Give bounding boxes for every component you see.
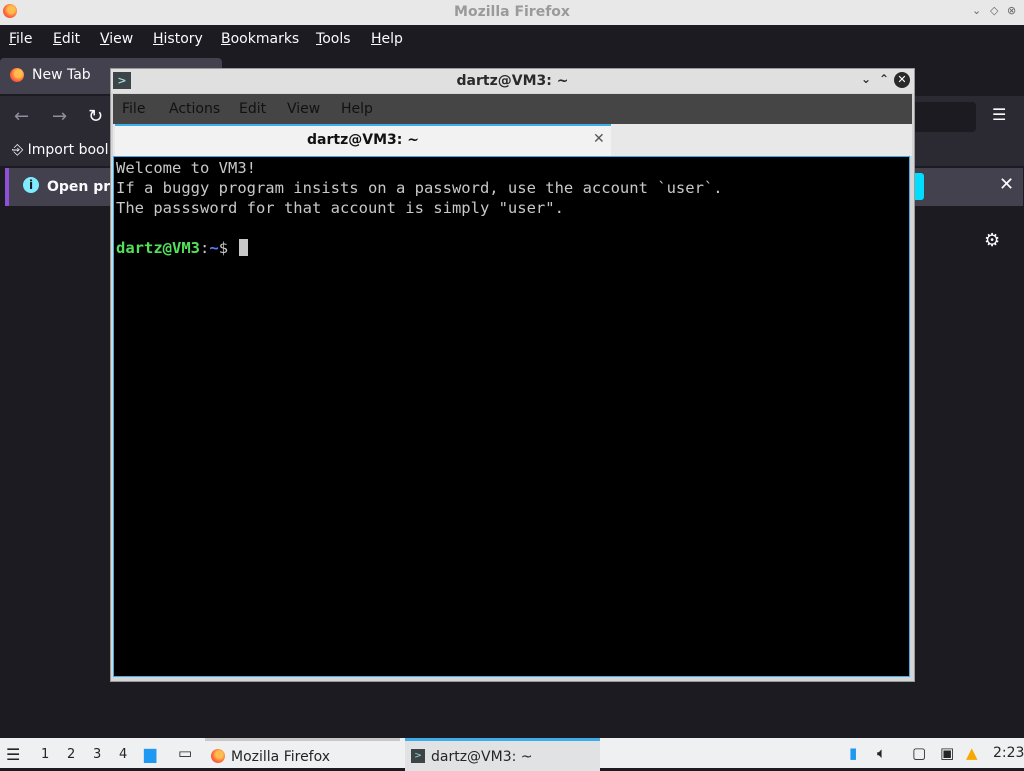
menu-help[interactable]: Help [371, 31, 403, 47]
menu-edit[interactable]: Edit [53, 31, 80, 47]
terminal-app-icon: > [411, 749, 425, 763]
close-icon[interactable]: ⊗ [1007, 4, 1016, 17]
tab-label: New Tab [32, 67, 91, 83]
terminal-cursor [239, 239, 249, 256]
notification-close-icon[interactable]: ✕ [999, 174, 1014, 195]
terminal-screen[interactable]: Welcome to VM3! If a buggy program insis… [113, 156, 910, 677]
terminal-tabbar: dartz@VM3: ~ ✕ [113, 124, 912, 157]
terminal-menu-view[interactable]: View [287, 101, 320, 117]
prompt-path: ~ [209, 239, 219, 257]
terminal-window: > dartz@VM3: ~ ⌄ ⌃ ✕ File Actions Edit V… [110, 68, 915, 682]
notification-text: Open pre [47, 179, 120, 195]
show-desktop-icon[interactable]: ▭ [178, 744, 192, 762]
firefox-titlebar: Mozilla Firefox ⌄ ◇ ⊗ [0, 0, 1024, 25]
close-icon[interactable]: ✕ [894, 72, 910, 88]
taskbar-terminal-label: dartz@VM3: ~ [431, 749, 533, 765]
firefox-tab-icon [10, 68, 24, 82]
desktop-2[interactable]: 2 [67, 747, 75, 762]
taskbar-firefox-label: Mozilla Firefox [231, 749, 331, 765]
menu-view[interactable]: View [100, 31, 133, 47]
terminal-menu-file[interactable]: File [122, 101, 145, 117]
back-icon[interactable]: ← [14, 106, 29, 127]
clipboard-icon[interactable]: ▢ [912, 744, 926, 762]
desktop-3[interactable]: 3 [93, 747, 101, 762]
prompt-separator: : [200, 239, 210, 257]
terminal-tab[interactable]: dartz@VM3: ~ ✕ [115, 124, 611, 157]
menu-file[interactable]: File [9, 31, 32, 47]
info-icon: i [23, 177, 39, 193]
volume-icon[interactable]: 🔈︎ [877, 744, 886, 762]
terminal-output-line: Welcome to VM3! [116, 159, 256, 177]
file-manager-icon[interactable]: ▆ [144, 744, 156, 763]
terminal-menu-edit[interactable]: Edit [239, 101, 266, 117]
prompt-symbol: $ [218, 239, 238, 257]
desktop-4[interactable]: 4 [119, 747, 127, 762]
import-bookmarks-button[interactable]: ⎆ Import bool [12, 142, 108, 158]
taskbar: ☰ 1 2 3 4 ▆ ▭ Mozilla Firefox > dartz@VM… [0, 738, 1024, 771]
maximize-icon[interactable]: ◇ [990, 4, 998, 17]
app-menu-icon[interactable]: ☰ [992, 105, 1006, 124]
network-icon[interactable]: ▣ [940, 744, 954, 762]
terminal-window-title: dartz@VM3: ~ [456, 73, 569, 89]
terminal-menubar: File Actions Edit View Help [113, 94, 912, 124]
terminal-menu-help[interactable]: Help [341, 101, 373, 117]
menu-bookmarks[interactable]: Bookmarks [221, 31, 299, 47]
reload-icon[interactable]: ↻ [88, 106, 103, 127]
desktop-1[interactable]: 1 [41, 747, 49, 762]
bluetooth-icon[interactable]: ▮ [849, 744, 857, 762]
taskbar-terminal-button[interactable]: > dartz@VM3: ~ [405, 738, 600, 771]
terminal-output-line: The passsword for that account is simply… [116, 199, 564, 217]
notifications-bell-icon[interactable]: ▲ [966, 744, 978, 762]
firefox-window-title: Mozilla Firefox [454, 4, 570, 20]
terminal-prompt-line: dartz@VM3:~$ [116, 238, 909, 258]
notification-button[interactable] [914, 173, 924, 200]
gear-icon[interactable]: ⚙ [984, 230, 1000, 251]
taskbar-firefox-button[interactable]: Mozilla Firefox [205, 738, 400, 771]
forward-icon[interactable]: → [52, 106, 67, 127]
prompt-user-host: dartz@VM3 [116, 239, 200, 257]
firefox-logo-icon [211, 749, 225, 763]
menu-history[interactable]: History [153, 31, 203, 47]
maximize-icon[interactable]: ⌃ [879, 72, 889, 86]
terminal-menu-actions[interactable]: Actions [169, 101, 220, 117]
minimize-icon[interactable]: ⌄ [972, 4, 981, 17]
clock[interactable]: 2:23 [993, 745, 1024, 761]
firefox-menubar: File Edit View History Bookmarks Tools H… [0, 25, 1024, 53]
terminal-tab-label: dartz@VM3: ~ [307, 132, 419, 148]
app-launcher-icon[interactable]: ☰ [6, 745, 20, 764]
tab-close-icon[interactable]: ✕ [593, 131, 605, 147]
menu-tools[interactable]: Tools [316, 31, 351, 47]
terminal-titlebar[interactable]: > dartz@VM3: ~ ⌄ ⌃ ✕ [111, 69, 914, 93]
terminal-output-line: If a buggy program insists on a password… [116, 179, 723, 197]
minimize-icon[interactable]: ⌄ [861, 72, 871, 86]
